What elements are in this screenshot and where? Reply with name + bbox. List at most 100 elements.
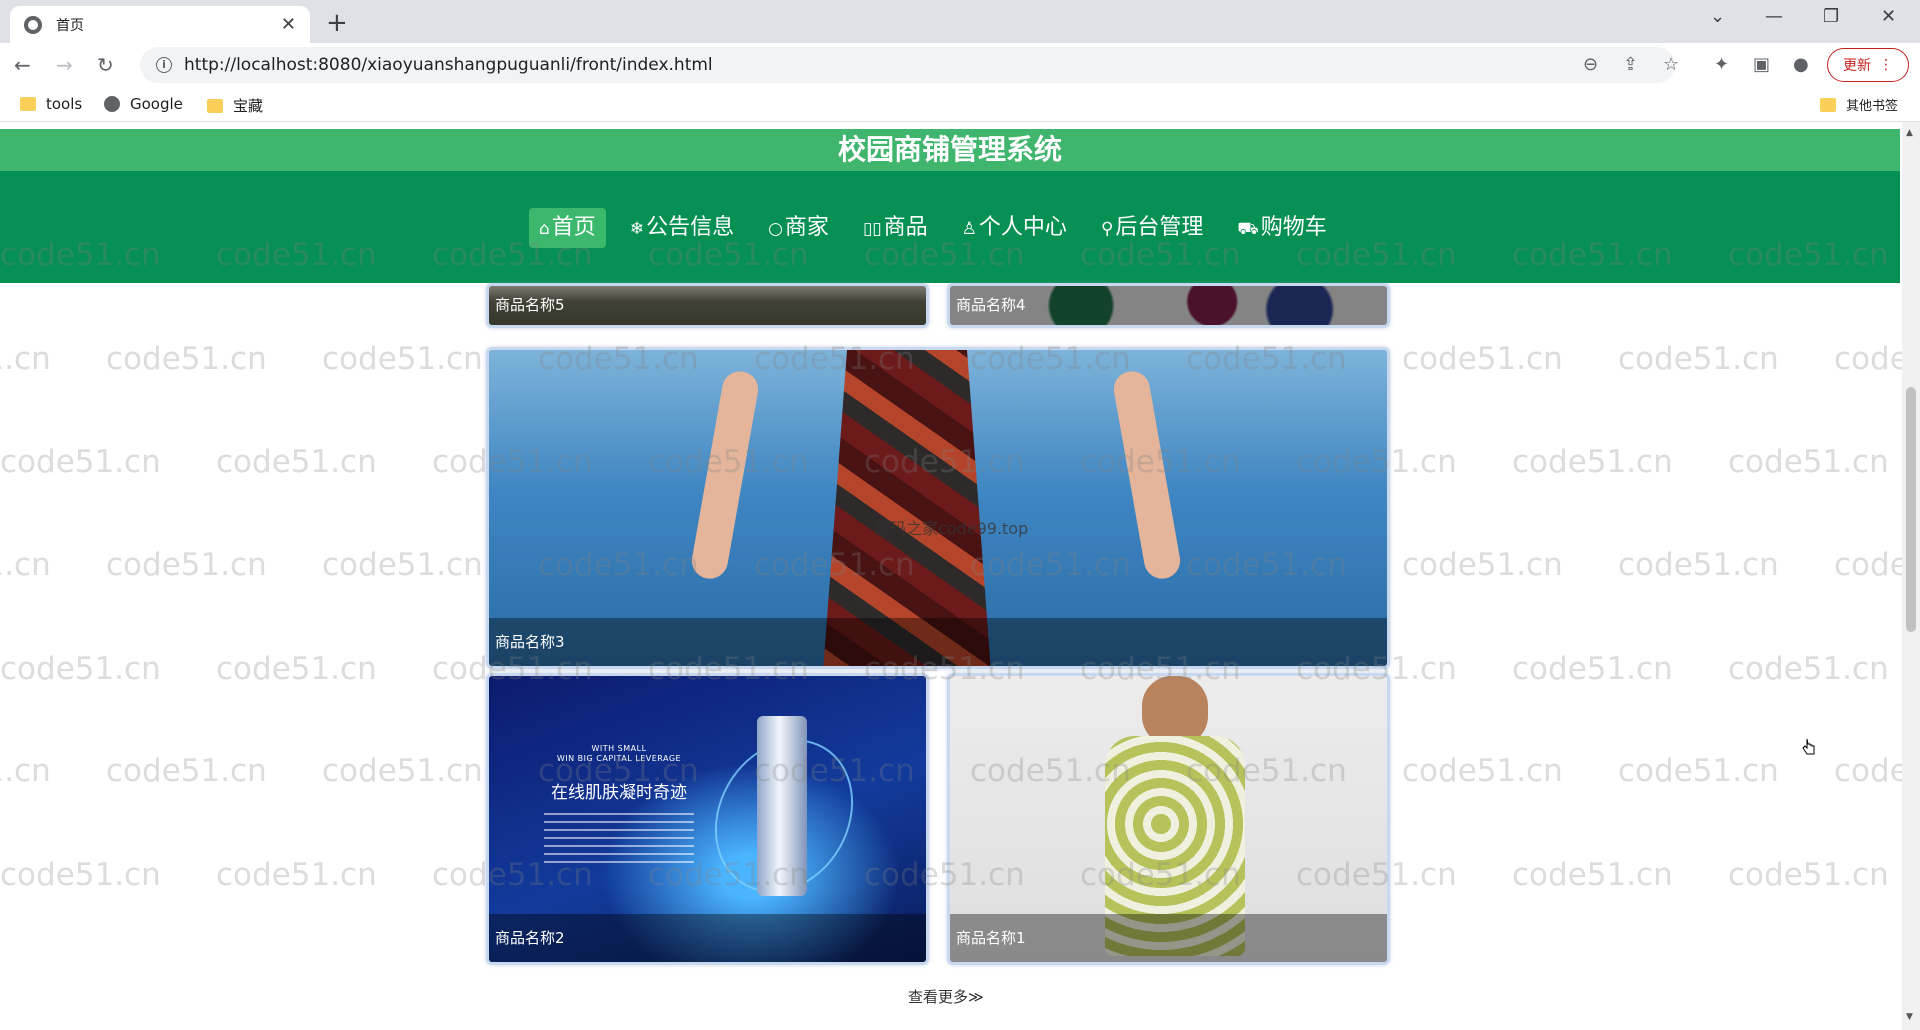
- ad-tagline: WITH SMALL WIN BIG CAPITAL LEVERAGE: [556, 744, 682, 763]
- product-card-1[interactable]: 商品名称1: [947, 673, 1390, 965]
- nav-menu: ⌂首页 ❄公告信息 ○商家 ▯▯商品 ♙个人中心 ⚲后台管理 ⛟购物车: [529, 208, 1337, 248]
- bookmark-label: 其他书签: [1846, 99, 1899, 114]
- product-name: 商品名称3: [489, 618, 1387, 666]
- product-icon: ▯▯: [862, 219, 882, 239]
- nav-label: 商品: [883, 215, 928, 240]
- scroll-up-arrow-icon[interactable]: ▲: [1906, 128, 1913, 138]
- watermark-text: code51.cn: [1728, 444, 1889, 480]
- watermark-text: code51.cn: [0, 651, 161, 687]
- back-arrow-icon[interactable]: ←: [14, 53, 31, 77]
- nav-home[interactable]: ⌂首页: [529, 208, 606, 248]
- share-icon[interactable]: ⇪: [1623, 54, 1638, 75]
- nav-merchants[interactable]: ○商家: [758, 208, 839, 248]
- view-more-link[interactable]: 查看更多≫: [908, 986, 984, 1007]
- watermark-text: code51.cn: [216, 651, 377, 687]
- side-panel-icon[interactable]: ▣: [1753, 54, 1770, 75]
- close-tab-icon[interactable]: ✕: [281, 14, 296, 35]
- product-name: 商品名称2: [489, 914, 926, 962]
- link-icon: ⚲: [1100, 219, 1114, 239]
- nav-cart[interactable]: ⛟购物车: [1227, 208, 1336, 248]
- hand-cursor-icon: [1802, 738, 1815, 755]
- folder-icon: [1820, 97, 1836, 112]
- page-viewport: 校园商铺管理系统 ⌂首页 ❄公告信息 ○商家 ▯▯商品 ♙个人中心 ⚲后台管理 …: [0, 122, 1920, 1030]
- watermark-text: code51.cn: [1618, 341, 1779, 377]
- circle-icon: ○: [768, 219, 783, 239]
- nav-label: 个人中心: [978, 215, 1067, 240]
- bookmark-label: Google: [130, 95, 183, 113]
- product-name: 商品名称1: [950, 914, 1387, 962]
- scroll-down-arrow-icon[interactable]: ▼: [1906, 1012, 1913, 1022]
- menu-dots-icon: ⋮: [1879, 57, 1893, 73]
- watermark-text: code51.cn: [1728, 651, 1889, 687]
- watermark-text: code51.cn: [1618, 753, 1779, 789]
- update-label: 更新: [1843, 58, 1871, 74]
- nav-announcements[interactable]: ❄公告信息: [620, 208, 744, 248]
- address-bar[interactable]: i http://localhost:8080/xiaoyuanshangpug…: [140, 47, 1675, 83]
- bookmark-treasure[interactable]: 宝藏: [207, 95, 263, 116]
- other-bookmarks[interactable]: 其他书签: [1820, 95, 1898, 114]
- product-card-4[interactable]: 商品名称4: [947, 283, 1390, 328]
- watermark-text: code51.cn: [1512, 444, 1673, 480]
- watermark-text: code51.cn: [0, 753, 51, 789]
- site-info-icon[interactable]: i: [156, 57, 172, 73]
- nav-label: 公告信息: [646, 215, 735, 240]
- bookmark-star-icon[interactable]: ☆: [1663, 54, 1679, 75]
- snowflake-icon: ❄: [629, 219, 645, 239]
- watermark-text: code51.cn: [1402, 341, 1563, 377]
- product-name: 商品名称4: [950, 286, 1387, 325]
- watermark-text: code51.cn: [1512, 857, 1673, 893]
- maximize-button[interactable]: ❐: [1823, 6, 1839, 27]
- nav-admin[interactable]: ⚲后台管理: [1091, 208, 1213, 248]
- watermark-text: code51.cn: [1728, 857, 1889, 893]
- bookmark-label: tools: [46, 95, 83, 113]
- profile-icon[interactable]: ●: [1793, 54, 1809, 75]
- watermark-text: code51.cn: [322, 341, 483, 377]
- reload-icon[interactable]: ↻: [97, 53, 114, 77]
- watermark-text: code51.cn: [1618, 547, 1779, 583]
- product-card-3[interactable]: 源码之家code99.top 商品名称3: [486, 347, 1390, 669]
- site-title: 校园商铺管理系统: [0, 129, 1900, 171]
- watermark-text: code51.cn: [216, 857, 377, 893]
- cart-icon: ⛟: [1237, 219, 1259, 239]
- zoom-icon[interactable]: ⊖: [1583, 54, 1598, 75]
- minimize-button[interactable]: —: [1765, 6, 1783, 27]
- url-text: http://localhost:8080/xiaoyuanshangpugua…: [184, 55, 713, 75]
- product-card-5[interactable]: 商品名称5: [486, 283, 929, 328]
- scroll-thumb[interactable]: [1906, 387, 1916, 632]
- model-arm: [1111, 368, 1183, 582]
- watermark-text: code51.cn: [322, 753, 483, 789]
- watermark-text: code51.cn: [1512, 651, 1673, 687]
- close-window-button[interactable]: ✕: [1881, 6, 1896, 27]
- main-navbar: ⌂首页 ❄公告信息 ○商家 ▯▯商品 ♙个人中心 ⚲后台管理 ⛟购物车: [0, 171, 1900, 283]
- product-card-2[interactable]: WITH SMALL WIN BIG CAPITAL LEVERAGE 在线肌肤…: [486, 673, 929, 965]
- forward-arrow-icon[interactable]: →: [56, 53, 73, 77]
- update-button[interactable]: 更新 ⋮: [1827, 48, 1909, 82]
- watermark-text: code51.cn: [106, 341, 267, 377]
- product-bottle: [757, 716, 807, 896]
- nav-personal-center[interactable]: ♙个人中心: [952, 208, 1077, 248]
- watermark-text: code51.cn: [106, 547, 267, 583]
- globe-icon: [104, 96, 120, 112]
- ad-body-text: [544, 813, 694, 865]
- ad-headline: 在线肌肤凝时奇迹: [551, 783, 687, 803]
- nav-label: 购物车: [1260, 215, 1327, 240]
- watermark-text: code51.cn: [106, 753, 267, 789]
- page-scrollbar[interactable]: ▲ ▼: [1902, 122, 1920, 1030]
- nav-products[interactable]: ▯▯商品: [853, 208, 938, 248]
- bookmark-label: 宝藏: [233, 97, 264, 115]
- browser-tab-bar: 首页 ✕ + ⌄ — ❐ ✕: [0, 0, 1920, 43]
- globe-icon: [24, 15, 42, 34]
- ad-text: WITH SMALL WIN BIG CAPITAL LEVERAGE 在线肌肤…: [529, 744, 709, 865]
- bookmark-tools[interactable]: tools: [20, 95, 82, 113]
- watermark-text: code51.cn: [0, 547, 51, 583]
- browser-tab[interactable]: 首页 ✕: [10, 6, 310, 43]
- new-tab-button[interactable]: +: [326, 8, 348, 38]
- extensions-icon[interactable]: ✦: [1714, 54, 1729, 75]
- folder-icon: [207, 98, 223, 113]
- product-name: 商品名称5: [489, 286, 926, 325]
- tab-search-icon[interactable]: ⌄: [1710, 6, 1725, 27]
- watermark-text: code51.cn: [1402, 547, 1563, 583]
- bookmark-google[interactable]: Google: [104, 95, 183, 113]
- model-arm: [689, 368, 761, 582]
- watermark-text: code51.cn: [0, 857, 161, 893]
